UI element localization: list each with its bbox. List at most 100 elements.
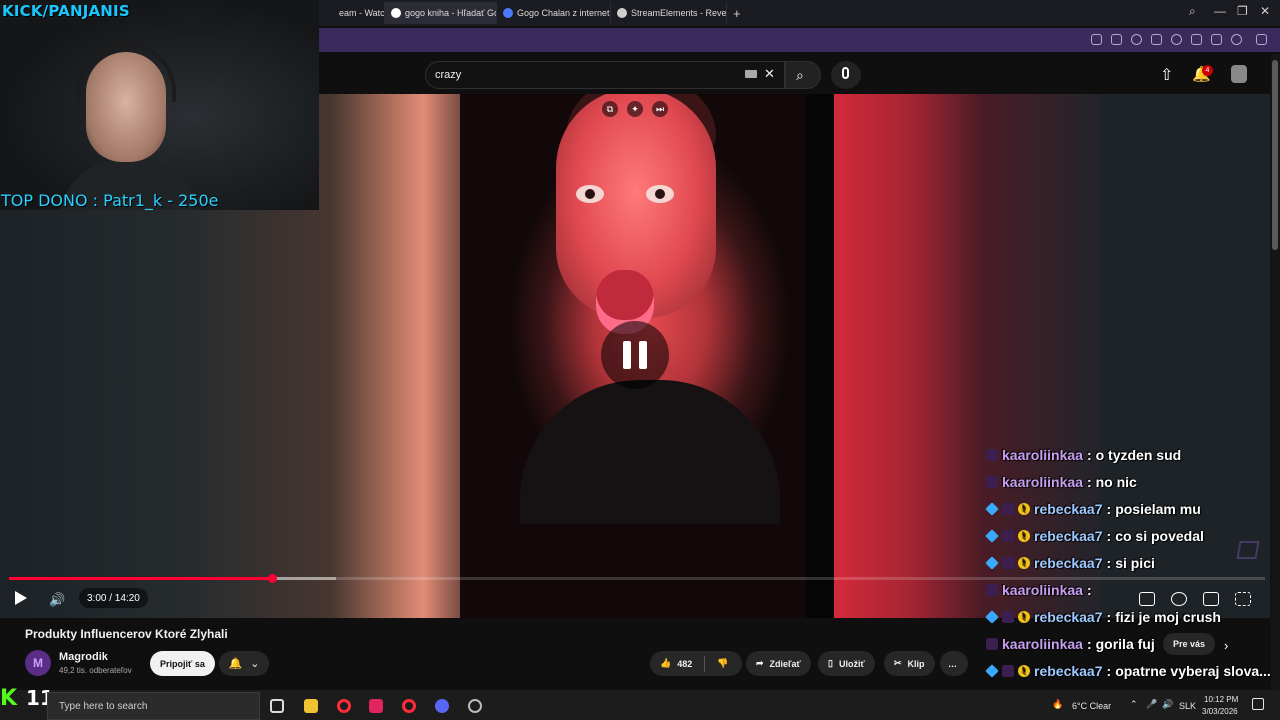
notification-center-icon[interactable]	[1252, 698, 1264, 710]
join-button[interactable]: Pripojiť sa	[150, 651, 215, 676]
clock-date[interactable]: 3/03/2026	[1202, 707, 1238, 716]
channel-avatar[interactable]: M	[25, 650, 51, 676]
search-button[interactable]: ⌕	[785, 61, 821, 89]
fullscreen-icon[interactable]	[1235, 592, 1251, 606]
chat-badge-icon	[986, 449, 998, 461]
subscriber-count: 49,2 tis. odberateľov	[59, 666, 132, 675]
obs-icon[interactable]	[468, 699, 482, 713]
clear-search-icon[interactable]: ✕	[764, 66, 775, 82]
miniplayer-icon[interactable]: ⧉	[602, 101, 618, 117]
webcam-overlay: KICK/PANJANIS TOP DONO : Patr1_k - 250e	[0, 0, 319, 210]
chat-username: rebeckaa7	[1034, 555, 1103, 571]
keyboard-icon[interactable]	[745, 70, 757, 78]
language-indicator[interactable]: SLK	[1179, 701, 1196, 711]
taskbar-search[interactable]: Type here to search	[47, 692, 260, 720]
google-icon	[391, 8, 401, 18]
browser-tab[interactable]: Gogo Chalan z internetu	[497, 2, 611, 24]
like-count[interactable]: 482	[677, 659, 692, 669]
chat-username: kaaroliinkaa	[1002, 474, 1083, 490]
speaker-tray-icon[interactable]: 🔊	[1162, 699, 1173, 710]
chat-badge-icon	[986, 476, 998, 488]
browser-search-icon[interactable]: ⌕	[1189, 4, 1196, 19]
tiktok-icon[interactable]	[369, 699, 383, 713]
heart-icon[interactable]	[1171, 34, 1182, 45]
channel-name[interactable]: Magrodik	[59, 651, 108, 663]
tab-favicon-icon	[503, 8, 513, 18]
like-icon[interactable]: 👍	[660, 658, 671, 669]
upload-icon[interactable]: ⇧	[1160, 65, 1173, 85]
save-button[interactable]: ▯ Uložiť	[818, 651, 875, 676]
chevron-down-icon: ⌄	[250, 658, 260, 670]
progress-scrubber[interactable]	[268, 574, 277, 583]
send-icon[interactable]	[1151, 34, 1162, 45]
chat-separator: :	[1106, 609, 1112, 625]
scrollbar-thumb[interactable]	[1272, 60, 1278, 250]
browser-tab[interactable]: gogo kniha - Hľadať Goo	[385, 2, 497, 24]
notification-bell-button[interactable]: 🔔 ⌄	[219, 651, 269, 676]
video-scene-divider	[806, 94, 834, 618]
weather-icon[interactable]: 🔥	[1052, 699, 1063, 710]
stream-channel-title: KICK/PANJANIS	[2, 2, 130, 20]
theater-mode-icon[interactable]	[1203, 592, 1219, 606]
extension-icon[interactable]	[1131, 34, 1142, 45]
pause-icon[interactable]	[601, 321, 669, 389]
clock-time[interactable]: 10:12 PM	[1204, 695, 1238, 704]
scissors-icon: ✂	[894, 658, 902, 668]
sub-badge-icon: !	[1018, 665, 1030, 677]
save-label: Uložiť	[838, 658, 865, 669]
tab-label: gogo kniha - Hľadať Goo	[405, 8, 497, 18]
close-icon[interactable]: ✕	[1260, 4, 1270, 18]
watermark-logo-icon	[1236, 541, 1260, 559]
chat-message: ! rebeckaa7: co si povedal	[985, 526, 1204, 546]
microphone-tray-icon[interactable]: 🎤	[1146, 699, 1157, 710]
camera-icon[interactable]	[1111, 34, 1122, 45]
weather-text[interactable]: 6°C Clear	[1072, 701, 1111, 711]
chevron-right-icon[interactable]: ›	[1224, 638, 1228, 653]
settings-icon[interactable]	[1171, 592, 1187, 606]
play-button[interactable]	[15, 591, 27, 605]
voice-search-button[interactable]	[831, 61, 861, 89]
profile-icon[interactable]	[1231, 34, 1242, 45]
download-icon[interactable]	[1191, 34, 1202, 45]
share-button[interactable]: ➦ Zdieľať	[746, 651, 811, 676]
clip-button[interactable]: ✂ Klip	[884, 651, 935, 676]
divider	[704, 655, 706, 672]
menu-icon[interactable]	[1211, 34, 1222, 45]
chat-separator: :	[1086, 636, 1092, 652]
chat-username: kaaroliinkaa	[1002, 636, 1083, 652]
opera-icon[interactable]	[337, 699, 351, 713]
edit-icon[interactable]	[1091, 34, 1102, 45]
dislike-icon[interactable]: 👎	[717, 658, 728, 669]
chat-message: ! rebeckaa7: posielam mu	[985, 499, 1201, 519]
volume-icon[interactable]: 🔊	[49, 592, 65, 608]
discord-icon[interactable]	[435, 699, 449, 713]
chat-message: kaaroliinkaa: o tyzden sud	[986, 445, 1181, 465]
chat-text: posielam mu	[1115, 501, 1201, 517]
browser-tab[interactable]: StreamElements - Revenu	[611, 2, 727, 24]
tray-chevron-icon[interactable]: ⌃	[1130, 699, 1138, 710]
ai-sparkle-icon[interactable]: ✦	[627, 101, 643, 117]
search-input[interactable]: crazy	[425, 61, 785, 89]
chat-text: co si povedal	[1115, 528, 1204, 544]
file-explorer-icon[interactable]	[304, 699, 318, 713]
chat-separator: :	[1086, 474, 1092, 490]
chip-for-you[interactable]: Pre vás	[1163, 633, 1216, 655]
settings-cube-icon[interactable]	[1256, 34, 1267, 45]
browser-tab[interactable]: eam - Watch L	[319, 2, 385, 24]
account-avatar[interactable]	[1231, 65, 1247, 83]
chat-username: rebeckaa7	[1034, 528, 1103, 544]
chat-badge-icon	[1002, 611, 1014, 623]
task-view-icon[interactable]	[270, 699, 284, 713]
video-person-eye	[576, 185, 604, 203]
more-actions-button[interactable]: …	[940, 651, 968, 676]
new-tab-button[interactable]: +	[733, 6, 741, 21]
skip-icon[interactable]: ⏭	[652, 101, 668, 117]
minimize-icon[interactable]: —	[1214, 4, 1226, 18]
chat-badge-icon	[1002, 503, 1014, 515]
subtitles-icon[interactable]	[1139, 592, 1155, 606]
vip-badge-icon	[985, 529, 999, 543]
browser-tab-strip: eam - Watch L gogo kniha - Hľadať Goo Go…	[319, 0, 1280, 26]
opera-gx-icon[interactable]	[402, 699, 416, 713]
bookmark-icon: ▯	[828, 658, 833, 668]
maximize-icon[interactable]: ❐	[1237, 4, 1248, 18]
